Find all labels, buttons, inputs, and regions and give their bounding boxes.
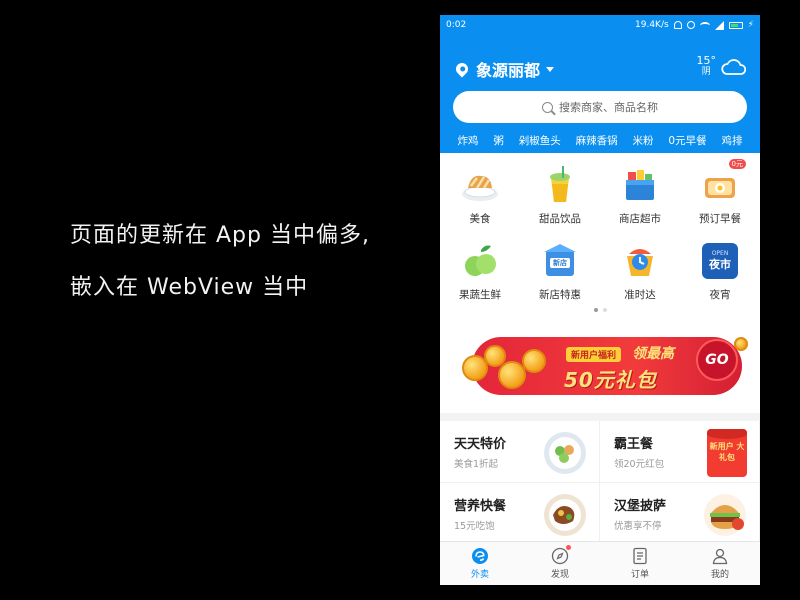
banner-subtitle: 领最高 — [632, 346, 674, 362]
cloud-icon — [721, 58, 746, 75]
meal-plate-image — [544, 494, 586, 536]
search-input[interactable]: 搜索商家、商品名称 — [453, 91, 747, 123]
category-food[interactable]: 美食 — [440, 163, 520, 239]
phone-screen: 0:02 19.4K/s ⚡ 象源丽都 15° 阴 搜索商家、商品名称 炸鸡 粥… — [440, 15, 760, 585]
category-label: 甜品饮品 — [539, 213, 581, 225]
weather-text: 15° 阴 — [697, 55, 717, 78]
category-label: 夜宵 — [709, 289, 731, 301]
weather-widget[interactable]: 15° 阴 — [697, 55, 746, 78]
promo-fast-food[interactable]: 营养快餐 15元吃饱 — [440, 483, 600, 545]
charging-icon: ⚡ — [747, 20, 754, 30]
category-breakfast[interactable]: 0元 预订早餐 — [680, 159, 760, 239]
tab-label: 外卖 — [470, 570, 489, 580]
wifi-icon — [699, 21, 710, 29]
drink-icon — [538, 163, 582, 207]
category-label: 新店特惠 — [539, 289, 581, 301]
breakfast-icon: 0元 — [698, 159, 746, 207]
status-icons: 19.4K/s ⚡ — [635, 20, 754, 30]
page-indicator — [440, 308, 760, 312]
tab-label: 我的 — [710, 570, 729, 580]
banner-tag: 新用户福利 — [566, 347, 622, 362]
signal-icon — [714, 20, 724, 30]
category-new-store[interactable]: 新店 新店特惠 — [520, 239, 600, 315]
search-icon — [542, 101, 553, 113]
coin-icon — [734, 337, 748, 351]
location-selector[interactable]: 象源丽都 — [453, 57, 555, 81]
category-drinks[interactable]: 甜品饮品 — [520, 163, 600, 239]
burger-image — [704, 494, 746, 536]
app-header: 象源丽都 15° 阴 搜索商家、商品名称 炸鸡 粥 剁椒鱼头 麻辣香锅 米粉 0… — [440, 35, 760, 153]
category-label: 美食 — [469, 213, 491, 225]
bottom-tab-bar: 外卖 发现 订单 我的 — [440, 541, 760, 585]
location-name: 象源丽都 — [476, 61, 541, 80]
banner-go-button[interactable]: GO — [696, 339, 738, 381]
category-night[interactable]: OPEN 夜市 夜宵 — [680, 239, 760, 315]
hot-word[interactable]: 炸鸡 — [457, 133, 478, 148]
search-placeholder: 搜索商家、商品名称 — [559, 101, 658, 114]
network-speed: 19.4K/s — [635, 20, 669, 30]
weather-condition: 阴 — [701, 67, 711, 77]
battery-icon — [728, 21, 743, 29]
compass-icon — [551, 545, 571, 565]
red-envelope-image: 新用户 大礼包 — [707, 429, 747, 477]
category-ontime[interactable]: 准时达 — [600, 239, 680, 315]
user-icon — [712, 548, 728, 565]
status-time: 0:02 — [446, 20, 467, 30]
hot-word[interactable]: 米粉 — [633, 133, 654, 148]
category-badge: 0元 — [728, 159, 746, 169]
food-icon — [458, 163, 502, 207]
ontime-icon — [618, 239, 662, 283]
hot-word[interactable]: 粥 — [493, 133, 504, 148]
weather-temp: 15° — [696, 54, 717, 67]
hot-word[interactable]: 鸡排 — [721, 133, 742, 148]
category-grid: 美食 甜品饮品 商店超市 0元 预订早餐 果蔬生鲜 新店 新店特惠 准时达 OP… — [440, 153, 760, 313]
tab-label: 发现 — [550, 570, 569, 580]
salad-plate-image — [544, 432, 586, 474]
promo-daily-deal[interactable]: 天天特价 美食1折起 — [440, 421, 600, 483]
new-store-icon: 新店 — [538, 239, 582, 283]
notification-dot — [566, 545, 571, 550]
category-label: 商店超市 — [619, 213, 661, 225]
night-icon-open: OPEN — [711, 250, 729, 257]
page-dot-active — [593, 308, 598, 312]
status-bar: 0:02 19.4K/s ⚡ — [440, 15, 760, 35]
promo-free-meal[interactable]: 霸王餐 领20元红包 新用户 大礼包 — [600, 421, 760, 483]
market-icon — [618, 163, 662, 207]
tab-label: 订单 — [630, 570, 649, 580]
promo-banner[interactable]: 新用户福利 领最高 50元礼包 GO — [462, 331, 748, 399]
order-list-icon — [633, 547, 647, 565]
page-dot — [602, 308, 607, 312]
eleme-logo-icon — [472, 548, 488, 564]
location-pin-icon — [453, 60, 471, 78]
tab-profile[interactable]: 我的 — [680, 542, 760, 585]
promo-grid: 天天特价 美食1折起 霸王餐 领20元红包 新用户 大礼包 营养快餐 15元吃饱 — [440, 421, 760, 545]
alarm-icon — [686, 21, 695, 29]
section-divider — [440, 413, 760, 421]
night-icon: OPEN 夜市 — [702, 243, 738, 279]
slide-caption: 页面的更新在 App 当中偏多, 嵌入在 WebView 当中 — [70, 222, 410, 302]
promo-burger-pizza[interactable]: 汉堡披萨 优惠享不停 — [600, 483, 760, 545]
category-label: 准时达 — [624, 289, 656, 301]
new-store-icon-text: 新店 — [553, 259, 567, 267]
hot-word[interactable]: 0元早餐 — [668, 133, 706, 148]
coin-icon — [522, 349, 546, 373]
category-fruit[interactable]: 果蔬生鲜 — [440, 239, 520, 315]
caption-line-1: 页面的更新在 App 当中偏多, — [70, 223, 370, 248]
tab-takeout[interactable]: 外卖 — [440, 542, 520, 585]
banner-title: 50元礼包 — [564, 368, 657, 392]
caption-line-2: 嵌入在 WebView 当中 — [70, 275, 309, 300]
tab-orders[interactable]: 订单 — [600, 542, 680, 585]
notification-icon — [673, 21, 682, 29]
night-icon-text: 夜市 — [709, 258, 731, 271]
hot-search-words: 炸鸡 粥 剁椒鱼头 麻辣香锅 米粉 0元早餐 鸡排 — [440, 133, 760, 148]
category-label: 果蔬生鲜 — [459, 289, 501, 301]
category-label: 预订早餐 — [699, 213, 741, 225]
chevron-down-icon — [546, 66, 555, 72]
fruit-icon — [458, 239, 502, 283]
category-market[interactable]: 商店超市 — [600, 163, 680, 239]
hot-word[interactable]: 麻辣香锅 — [576, 133, 618, 148]
hot-word[interactable]: 剁椒鱼头 — [519, 133, 561, 148]
tab-discover[interactable]: 发现 — [520, 542, 600, 585]
